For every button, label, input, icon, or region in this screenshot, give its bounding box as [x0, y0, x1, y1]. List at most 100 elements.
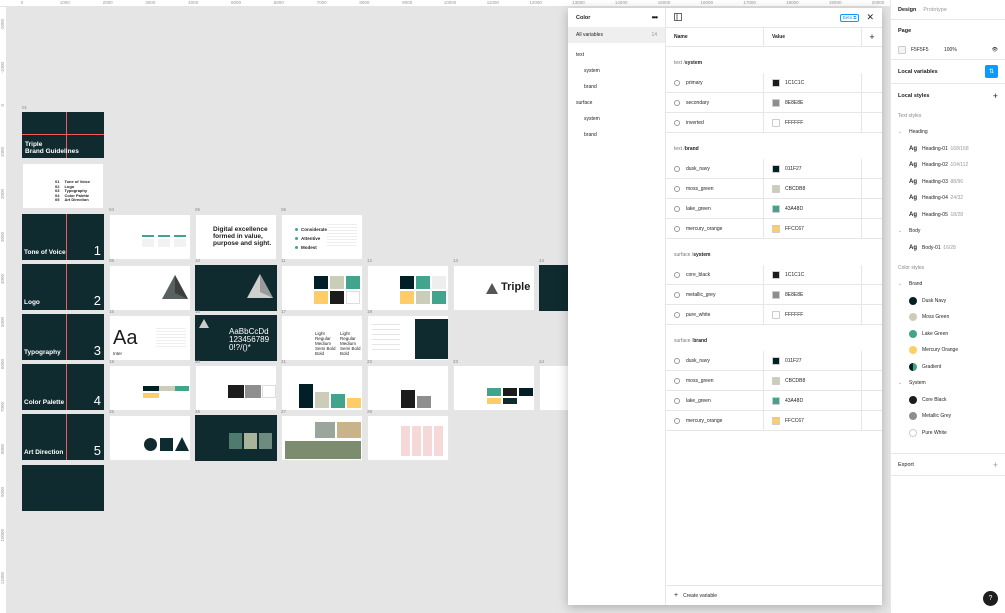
section-frame[interactable]: Typography 3	[22, 314, 104, 360]
variable-name-cell[interactable]: inverted	[666, 113, 764, 132]
variable-value-cell[interactable]: 1C1C1C	[764, 265, 862, 284]
style-group-toggle[interactable]: ⌄ Brand	[898, 276, 998, 293]
variable-row[interactable]: mercury_orange FFCC67	[666, 219, 882, 239]
variable-value-cell[interactable]: 1C1C1C	[764, 73, 862, 92]
variable-value-cell[interactable]: FFFFFF	[764, 113, 862, 132]
text-style-item[interactable]: Ag Heading-02 · 104/112	[898, 157, 998, 174]
variable-name-cell[interactable]: mercury_orange	[666, 411, 764, 430]
group-item[interactable]: text	[568, 47, 665, 63]
group-item[interactable]: brand	[568, 127, 665, 143]
frame-wordmark[interactable]: Triple	[453, 265, 535, 311]
variable-value-cell[interactable]: CBCDB8	[764, 371, 862, 390]
frame-type-scale[interactable]	[367, 315, 449, 361]
variable-value-cell[interactable]: 43A48D	[764, 391, 862, 410]
variable-value-cell[interactable]: 011F27	[764, 351, 862, 370]
variable-row[interactable]: lake_green 43A48D	[666, 199, 882, 219]
variable-name-cell[interactable]: moss_green	[666, 179, 764, 198]
tab-prototype[interactable]: Prototype	[923, 7, 947, 13]
variable-name-cell[interactable]: metallic_grey	[666, 285, 764, 304]
variable-name-cell[interactable]: primary	[666, 73, 764, 92]
style-group-toggle[interactable]: ⌄ Body	[898, 223, 998, 240]
variable-name-cell[interactable]: core_black	[666, 265, 764, 284]
frame-art-devices[interactable]	[281, 415, 363, 461]
frame-palette-1[interactable]	[109, 365, 191, 411]
variable-value-cell[interactable]: FFCC67	[764, 411, 862, 430]
frame-logo-grid[interactable]	[281, 265, 363, 311]
more-icon[interactable]: •••	[652, 13, 658, 22]
all-variables-item[interactable]: All variables 14	[568, 27, 665, 43]
variable-value-cell[interactable]: CBCDB8	[764, 179, 862, 198]
variable-row[interactable]: moss_green CBCDB8	[666, 371, 882, 391]
color-style-item[interactable]: Core Black	[898, 392, 998, 409]
help-button[interactable]: ?	[983, 591, 998, 606]
section-frame[interactable]: Logo 2	[22, 264, 104, 310]
variable-row[interactable]: mercury_orange FFCC67	[666, 411, 882, 431]
text-style-item[interactable]: Ag Heading-01 · 168/168	[898, 141, 998, 158]
variables-settings-icon[interactable]: ⇅	[985, 65, 998, 78]
color-style-item[interactable]: Lake Green	[898, 326, 998, 343]
add-style-icon[interactable]: +	[993, 91, 998, 101]
variable-row[interactable]: pure_white FFFFFF	[666, 305, 882, 325]
eye-icon[interactable]: 👁	[992, 47, 998, 53]
frame-palette-2[interactable]	[195, 365, 277, 411]
group-item[interactable]: system	[568, 63, 665, 79]
frame-closing[interactable]	[22, 465, 104, 511]
variable-row[interactable]: lake_green 43A48D	[666, 391, 882, 411]
text-style-item[interactable]: Ag Heading-05 · 18/28	[898, 207, 998, 224]
frame-art-photos[interactable]	[195, 415, 277, 461]
variable-row[interactable]: primary 1C1C1C	[666, 73, 882, 93]
group-item[interactable]: surface	[568, 95, 665, 111]
frame-glyphs[interactable]: AaBbCcDd 123456789 0!?/()*	[195, 315, 277, 361]
add-mode-icon[interactable]: +	[862, 28, 882, 46]
frame-palette-3[interactable]	[281, 365, 363, 411]
variable-value-cell[interactable]: FFCC67	[764, 219, 862, 238]
frame-palette-4[interactable]	[367, 365, 449, 411]
frame-logo-grid-2[interactable]	[367, 265, 449, 311]
frame-logo-light[interactable]	[109, 265, 191, 311]
frame-tone-bullets[interactable]	[109, 214, 191, 260]
page-color-value[interactable]: F5F5F5	[911, 47, 939, 53]
style-group-toggle[interactable]: ⌄ System	[898, 375, 998, 392]
color-style-item[interactable]: Gradient	[898, 359, 998, 376]
variable-row[interactable]: dusk_navy 011F27	[666, 351, 882, 371]
tab-design[interactable]: Design	[898, 7, 916, 13]
variable-name-cell[interactable]: lake_green	[666, 199, 764, 218]
color-style-item[interactable]: Mercury Orange	[898, 342, 998, 359]
variable-name-cell[interactable]: pure_white	[666, 305, 764, 324]
sidebar-toggle-icon[interactable]	[674, 12, 682, 23]
variable-name-cell[interactable]: moss_green	[666, 371, 764, 390]
frame-art-grid[interactable]	[367, 415, 449, 461]
variable-value-cell[interactable]: 43A48D	[764, 199, 862, 218]
variable-row[interactable]: metallic_grey 8E8E8E	[666, 285, 882, 305]
group-item[interactable]: system	[568, 111, 665, 127]
color-style-item[interactable]: Pure White	[898, 425, 998, 442]
variable-value-cell[interactable]: 011F27	[764, 159, 862, 178]
color-style-item[interactable]: Dusk Navy	[898, 293, 998, 310]
frame-logo-dark[interactable]	[195, 265, 277, 311]
page-color-swatch[interactable]	[898, 46, 906, 55]
variable-name-cell[interactable]: mercury_orange	[666, 219, 764, 238]
variable-value-cell[interactable]: 8E8E8E	[764, 93, 862, 112]
variable-name-cell[interactable]: dusk_navy	[666, 159, 764, 178]
frame-art-shapes[interactable]	[109, 415, 191, 461]
color-style-item[interactable]: Moss Green	[898, 309, 998, 326]
text-style-item[interactable]: Ag Heading-03 · 88/96	[898, 174, 998, 191]
variable-name-cell[interactable]: dusk_navy	[666, 351, 764, 370]
create-variable-button[interactable]: + Create variable	[666, 585, 882, 605]
variable-value-cell[interactable]: 8E8E8E	[764, 285, 862, 304]
section-frame[interactable]: Color Palette 4	[22, 364, 104, 410]
section-frame[interactable]: Tone of Voice 1	[22, 214, 104, 260]
group-item[interactable]: brand	[568, 79, 665, 95]
color-style-item[interactable]: Metallic Grey	[898, 408, 998, 425]
variable-name-cell[interactable]: secondary	[666, 93, 764, 112]
variable-row[interactable]: core_black 1C1C1C	[666, 265, 882, 285]
collection-title[interactable]: Color	[576, 15, 590, 21]
add-export-icon[interactable]: +	[993, 460, 998, 470]
variable-row[interactable]: moss_green CBCDB8	[666, 179, 882, 199]
frame-palette-5[interactable]	[453, 365, 535, 411]
text-style-item[interactable]: Ag Body-01 · 16/28	[898, 240, 998, 257]
style-group-toggle[interactable]: ⌄ Heading	[898, 124, 998, 141]
section-frame[interactable]: Art Direction 5	[22, 414, 104, 460]
toc-frame[interactable]: 01 Tone of Voice 02 Logo 03 Typography 04 Color…	[22, 163, 104, 209]
page-opacity-value[interactable]: 100%	[944, 47, 987, 53]
